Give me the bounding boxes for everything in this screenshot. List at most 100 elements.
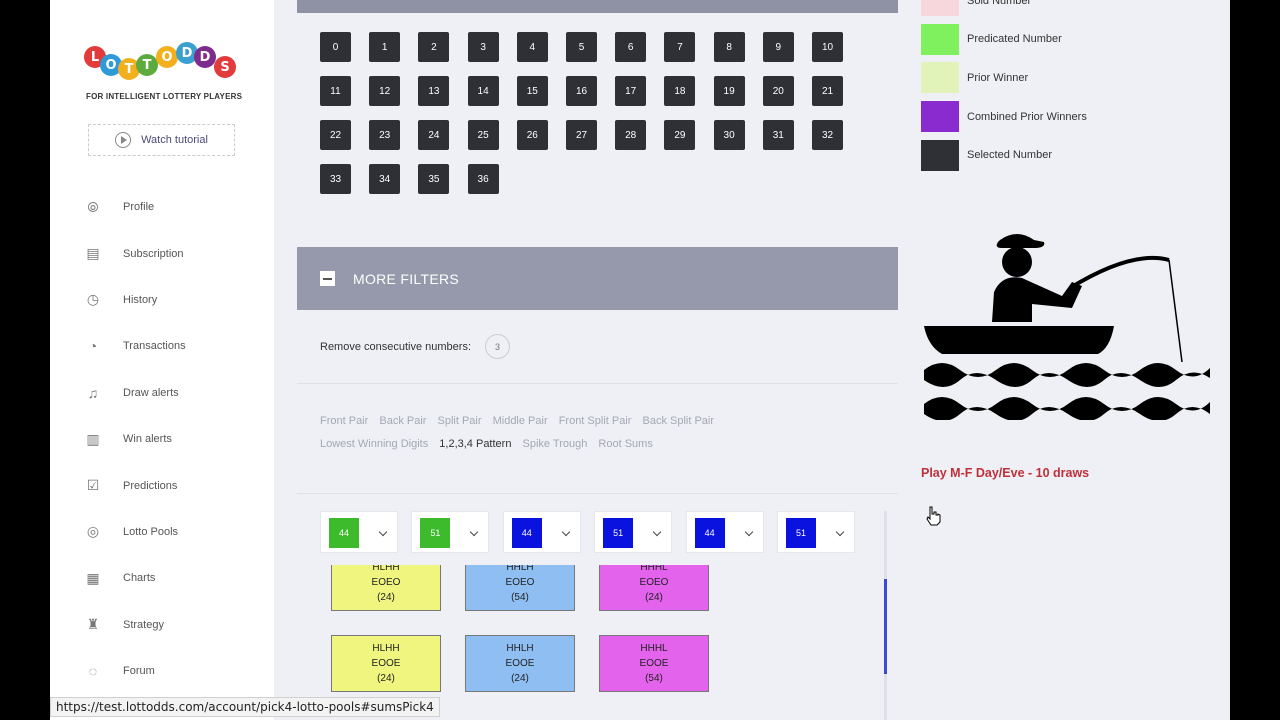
sidebar-item-profile[interactable]: ⦾ Profile [84,184,186,230]
number-button[interactable]: 5 [566,32,597,62]
bell-icon: ♫ [87,384,99,401]
number-button[interactable]: 0 [320,32,351,62]
logo-tagline: FOR INTELLIGENT LOTTERY PLAYERS [86,92,243,101]
watch-tutorial-button[interactable]: Watch tutorial [88,124,235,156]
filter-tab[interactable]: Root Sums [598,438,652,450]
select-value-chip: 44 [511,518,542,548]
divider [297,383,898,384]
number-button[interactable]: 24 [418,120,450,150]
pattern-card[interactable]: HHHL EOEO (24) [599,565,709,611]
sidebar-item-history[interactable]: ◷ History [84,277,186,323]
pattern-select[interactable]: 44 [320,511,398,553]
filter-tab[interactable]: Lowest Winning Digits [320,438,428,450]
number-button[interactable]: 21 [812,76,843,106]
sidebar-item-lotto-pools[interactable]: ◎ Lotto Pools [84,509,186,555]
number-button[interactable]: 30 [713,120,745,150]
sidebar-item-charts[interactable]: ▦ Charts [84,555,186,601]
number-button[interactable]: 17 [615,76,647,106]
number-button[interactable]: 20 [762,76,794,106]
number-button[interactable]: 28 [615,120,647,150]
filter-tab[interactable]: Back Split Pair [643,415,715,427]
logo-ball: D [194,46,216,68]
number-button[interactable]: 31 [762,120,794,150]
legend-swatch [921,23,959,55]
filter-tab[interactable]: Middle Pair [493,415,548,427]
sidebar-item-label: Profile [123,201,155,214]
number-button[interactable]: 23 [369,120,401,150]
pattern-card[interactable]: HHHL EOOE (54) [599,635,709,692]
number-button[interactable]: 13 [418,76,450,106]
more-filters-header[interactable]: MORE FILTERS [297,247,898,310]
number-button[interactable]: 1 [369,32,401,62]
scrollbar-thumb[interactable] [884,579,887,674]
chevron-down-icon [470,527,479,537]
number-button[interactable]: 11 [320,76,351,106]
filter-tab[interactable]: Split Pair [438,415,482,427]
consecutive-value-input[interactable]: 3 [485,334,511,359]
sidebar-item-label: Win alerts [123,433,172,446]
filter-tab[interactable]: 1,2,3,4 Pattern [439,438,511,450]
number-button[interactable]: 16 [566,76,597,106]
lottodds-logo[interactable]: LOTTODDS [84,42,244,82]
number-button[interactable]: 15 [516,76,548,106]
pattern-select[interactable]: 44 [502,511,581,553]
sidebar-item-win-alerts[interactable]: ▥ Win alerts [84,416,186,462]
number-button[interactable]: 6 [615,32,647,62]
number-button[interactable]: 4 [516,32,548,62]
filter-tab[interactable]: Spike Trough [523,438,588,450]
play-schedule-text[interactable]: Play M-F Day/Eve - 10 draws [921,466,1089,480]
pattern-card[interactable]: HHLH EOEO (54) [465,565,575,611]
sidebar-item-strategy[interactable]: ♜ Strategy [84,602,186,648]
number-button[interactable]: 33 [320,164,351,194]
sidebar-item-transactions[interactable]: ◔ Transactions [84,323,186,369]
number-button[interactable]: 25 [467,120,499,150]
number-button[interactable]: 32 [812,120,843,150]
results-scrollbar[interactable] [884,511,887,720]
number-button[interactable]: 29 [664,120,696,150]
pattern-select[interactable]: 44 [685,511,764,553]
legend-label: Prior Winner [967,71,1029,84]
number-button[interactable]: 7 [664,32,696,62]
number-button[interactable]: 10 [812,32,843,62]
legend-item: Prior Winner [921,62,1029,94]
filter-tab[interactable]: Front Split Pair [559,415,632,427]
pattern-card-line: (54) [645,673,663,684]
watch-tutorial-label: Watch tutorial [141,134,208,146]
sidebar-item-predictions[interactable]: ☑ Predictions [84,462,186,508]
pattern-card[interactable]: HLHH EOOE (24) [331,635,441,692]
number-button[interactable]: 9 [762,32,794,62]
number-button[interactable]: 27 [566,120,597,150]
filter-tab[interactable]: Front Pair [320,415,368,427]
number-button[interactable]: 2 [418,32,450,62]
pattern-select[interactable]: 51 [777,511,855,553]
number-button[interactable]: 19 [713,76,745,106]
sidebar-item-label: Strategy [123,618,164,631]
sidebar-item-subscription[interactable]: ▤ Subscription [84,230,186,276]
number-button[interactable]: 18 [664,76,696,106]
number-button[interactable]: 14 [467,76,499,106]
pattern-select[interactable]: 51 [594,511,673,553]
pattern-card[interactable]: HLHH EOEO (24) [331,565,441,611]
number-button[interactable]: 26 [516,120,548,150]
filter-tab[interactable]: Back Pair [379,415,426,427]
number-button[interactable]: 35 [418,164,450,194]
sidebar-item-forum[interactable]: ◌ Forum [84,648,186,694]
section-header-bar [297,0,898,13]
legend-label: Combined Prior Winners [967,110,1087,123]
pattern-card[interactable]: HHLH EOOE (24) [465,635,575,692]
number-button[interactable]: 34 [369,164,401,194]
play-icon [115,132,132,148]
number-button[interactable]: 36 [467,164,499,194]
number-button[interactable]: 3 [467,32,499,62]
sidebar-item-label: Draw alerts [123,386,179,399]
pattern-card-line: HLHH [372,565,400,573]
logo-ball: S [214,56,236,78]
sidebar-item-draw-alerts[interactable]: ♫ Draw alerts [84,370,186,416]
collapse-icon[interactable] [320,271,335,286]
pattern-select[interactable]: 51 [411,511,490,553]
sidebar-item-label: Charts [123,572,156,585]
number-button[interactable]: 12 [369,76,401,106]
number-button[interactable]: 8 [713,32,745,62]
number-button[interactable]: 22 [320,120,351,150]
sidebar-item-label: Forum [123,665,155,678]
